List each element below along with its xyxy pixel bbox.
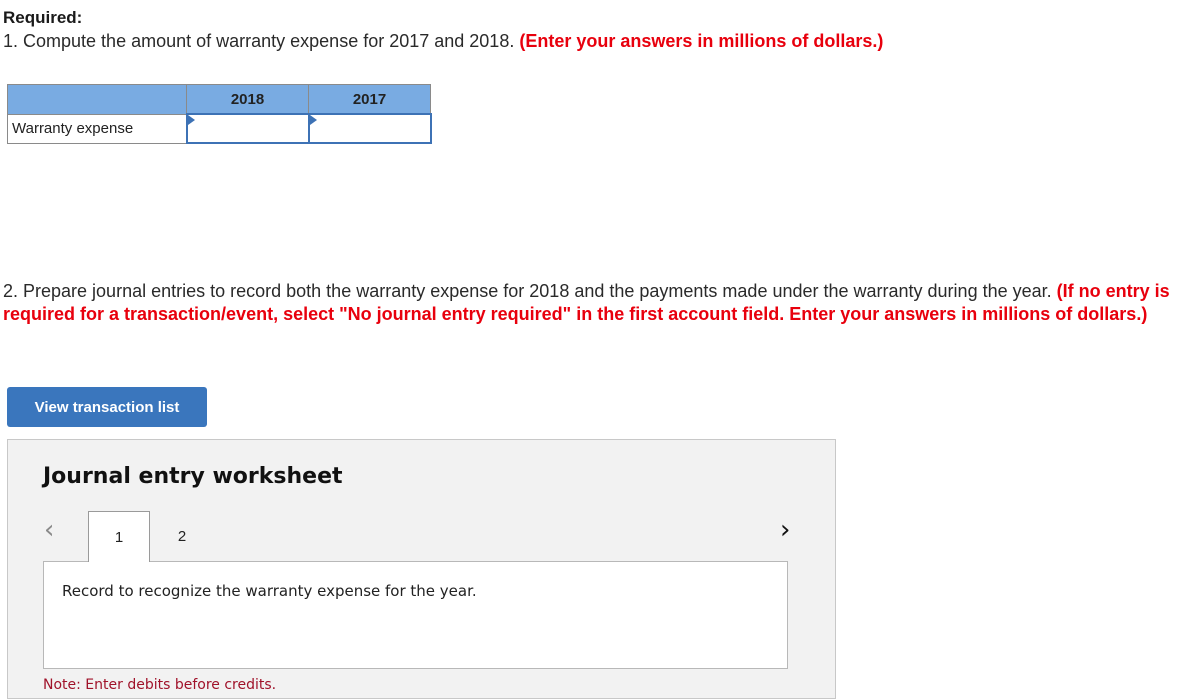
chevron-right-icon[interactable]: ›	[780, 515, 790, 545]
cell-flag-icon	[187, 115, 195, 125]
entry-description-box: Record to recognize the warranty expense…	[43, 561, 788, 669]
tab-2[interactable]: 2	[151, 511, 213, 562]
question-1-instruction: (Enter your answers in millions of dolla…	[519, 31, 884, 51]
header-2017: 2017	[308, 84, 431, 115]
tab-1[interactable]: 1	[88, 511, 150, 562]
view-transaction-list-button[interactable]: View transaction list	[7, 387, 207, 427]
warranty-expense-2017-cell[interactable]	[307, 113, 432, 144]
warranty-expense-2018-cell[interactable]	[185, 113, 310, 144]
question-1: 1. Compute the amount of warranty expens…	[3, 31, 883, 52]
journal-entry-worksheet: Journal entry worksheet ‹ 1 2 › Record t…	[7, 439, 836, 699]
warranty-expense-2017-input[interactable]	[309, 115, 430, 142]
required-heading: Required:	[3, 8, 83, 27]
cell-flag-icon	[309, 115, 317, 125]
worksheet-note: Note: Enter debits before credits.	[43, 677, 277, 693]
chevron-left-icon[interactable]: ‹	[44, 515, 54, 545]
table-row: Warranty expense	[7, 113, 432, 144]
header-blank	[7, 84, 187, 115]
table-header-row: 2018 2017	[7, 84, 431, 115]
question-1-text: 1. Compute the amount of warranty expens…	[3, 31, 520, 51]
entry-description: Record to recognize the warranty expense…	[62, 582, 477, 600]
warranty-expense-table: 2018 2017 Warranty expense	[7, 84, 432, 144]
question-2: 2. Prepare journal entries to record bot…	[3, 280, 1193, 326]
question-2-text: 2. Prepare journal entries to record bot…	[3, 281, 1057, 301]
worksheet-title: Journal entry worksheet	[43, 464, 343, 489]
row-label-warranty-expense: Warranty expense	[7, 113, 187, 144]
warranty-expense-2018-input[interactable]	[187, 115, 308, 142]
header-2018: 2018	[186, 84, 309, 115]
